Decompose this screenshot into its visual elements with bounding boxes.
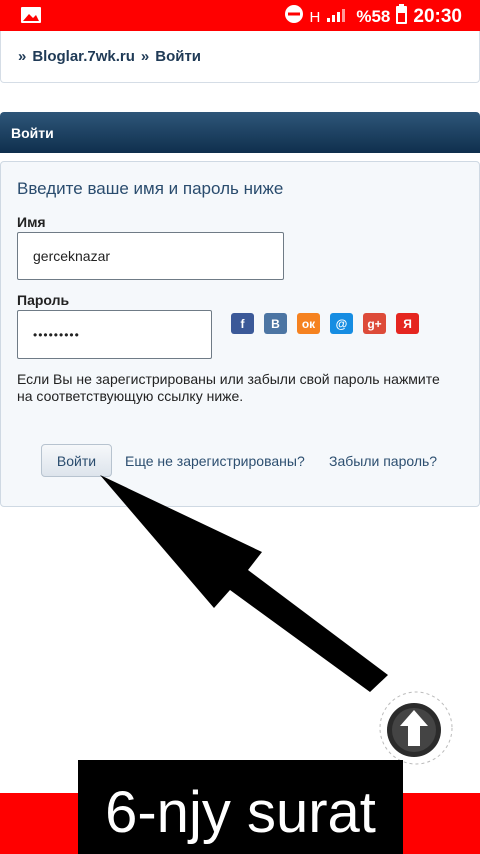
caption-label: 6-njy surat: [78, 760, 403, 854]
screen: H %58 20:30 » Bloglar.7wk.ru » Войти Вой…: [0, 0, 480, 854]
scroll-to-top-icon[interactable]: [378, 690, 454, 766]
